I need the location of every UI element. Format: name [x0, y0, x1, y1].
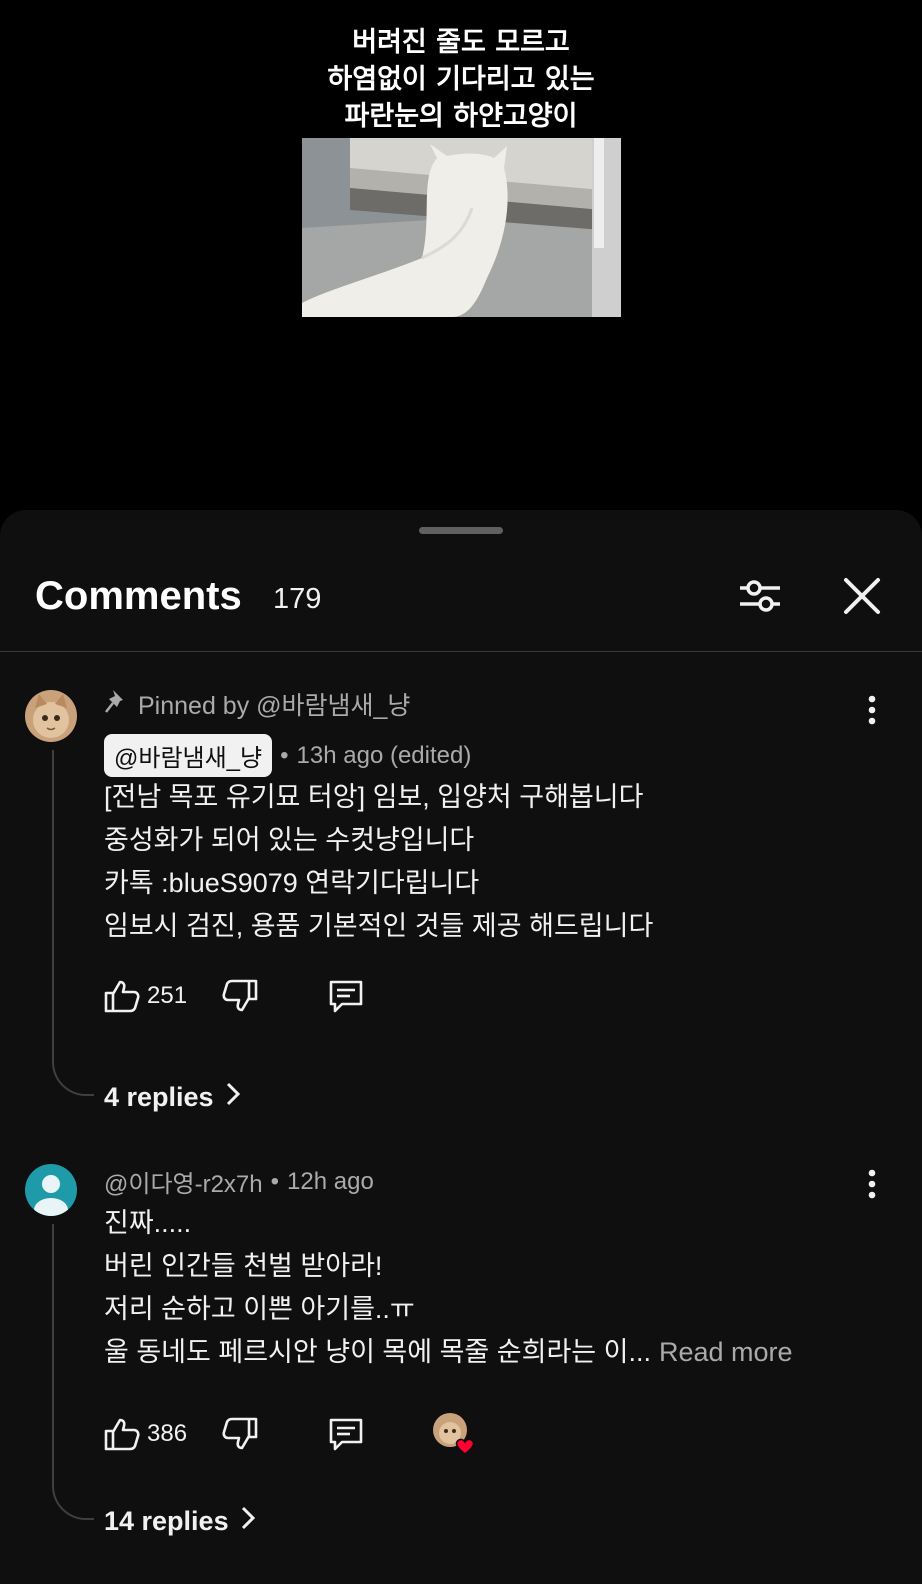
- comment-author[interactable]: @이다영-r2x7h: [104, 1164, 263, 1199]
- thread-connector: [52, 750, 94, 1096]
- comment-meta: @이다영-r2x7h • 12h ago: [104, 1164, 374, 1199]
- comment-body: [전남 목포 유기묘 터앙] 임보, 입양처 구해봅니다 중성화가 되어 있는 …: [104, 776, 894, 948]
- sliders-icon[interactable]: [736, 572, 784, 620]
- video-thumbnail[interactable]: [302, 138, 621, 317]
- thumbs-down-icon[interactable]: [220, 1414, 260, 1454]
- drag-handle[interactable]: [419, 527, 503, 534]
- comments-title: Comments: [35, 574, 242, 618]
- like-count: 386: [147, 1420, 188, 1447]
- comment-line: 임보시 검진, 용품 기본적인 것들 제공 해드립니다: [104, 911, 654, 941]
- creator-heart-icon: [432, 1412, 476, 1456]
- close-icon[interactable]: [838, 572, 886, 620]
- avatar[interactable]: [25, 690, 77, 742]
- read-more-link[interactable]: Read more: [659, 1337, 793, 1367]
- more-options-icon[interactable]: [852, 690, 892, 730]
- comment-body: 진짜..... 버린 인간들 천벌 받아라! 저리 순하고 이쁜 아기를..ㅠ …: [104, 1202, 894, 1374]
- pinned-label: Pinned by @바람냄새_냥: [104, 686, 410, 722]
- comment-line: 버린 인간들 천벌 받아라!: [104, 1251, 383, 1281]
- pin-icon: [104, 688, 128, 721]
- comment-line: 저리 순하고 이쁜 아기를..ㅠ: [104, 1294, 415, 1324]
- comment-line: 진짜.....: [104, 1208, 192, 1238]
- view-replies-button[interactable]: 14 replies: [104, 1504, 257, 1539]
- replies-label: 4 replies: [104, 1082, 214, 1112]
- thumbs-down-icon[interactable]: [220, 976, 260, 1016]
- meta-separator: •: [270, 1167, 280, 1195]
- video-player[interactable]: 버려진 줄도 모르고 하염없이 기다리고 있는 파란눈의 하얀고양이: [0, 0, 922, 520]
- comment-line-truncated: 울 동네도 페르시안 냥이 목에 목줄 순희라는 이... Read more: [104, 1331, 894, 1374]
- video-caption: 버려진 줄도 모르고 하염없이 기다리고 있는 파란눈의 하얀고양이: [327, 27, 595, 132]
- meta-separator: •: [280, 741, 289, 769]
- comments-header: Comments 179: [0, 558, 922, 646]
- avatar[interactable]: [25, 1164, 77, 1216]
- comments-panel: Comments 179 Pinned by @바람냄새_냥 @바람냄새_냥 •…: [0, 510, 922, 1584]
- more-options-icon[interactable]: [852, 1164, 892, 1204]
- comment-line: [전남 목포 유기묘 터앙] 임보, 입양처 구해봅니다: [104, 782, 644, 812]
- chevron-right-icon: [224, 1080, 242, 1115]
- comment-time: 12h ago: [287, 1167, 374, 1195]
- comment-line: 카톡 :blueS9079 연락기다립니다: [104, 868, 480, 898]
- thread-connector: [52, 1224, 94, 1520]
- comment-line: 울 동네도 페르시안 냥이 목에 목줄 순희라는 이...: [104, 1337, 651, 1367]
- thumbs-up-icon[interactable]: [102, 1414, 142, 1454]
- like-count: 251: [147, 982, 188, 1009]
- comment-line: 중성화가 되어 있는 수컷냥입니다: [104, 825, 475, 855]
- reply-icon[interactable]: [326, 1414, 366, 1454]
- view-replies-button[interactable]: 4 replies: [104, 1080, 242, 1115]
- header-divider: [0, 651, 922, 652]
- chevron-right-icon: [239, 1504, 257, 1539]
- reply-icon[interactable]: [326, 976, 366, 1016]
- comment-meta: @바람냄새_냥 • 13h ago (edited): [104, 734, 471, 777]
- comment-time: 13h ago (edited): [296, 741, 472, 769]
- thumbs-up-icon[interactable]: [102, 976, 142, 1016]
- comment-author[interactable]: @바람냄새_냥: [104, 734, 273, 777]
- comments-count: 179: [273, 583, 322, 615]
- replies-label: 14 replies: [104, 1506, 229, 1536]
- pinned-text: Pinned by @바람냄새_냥: [138, 692, 411, 720]
